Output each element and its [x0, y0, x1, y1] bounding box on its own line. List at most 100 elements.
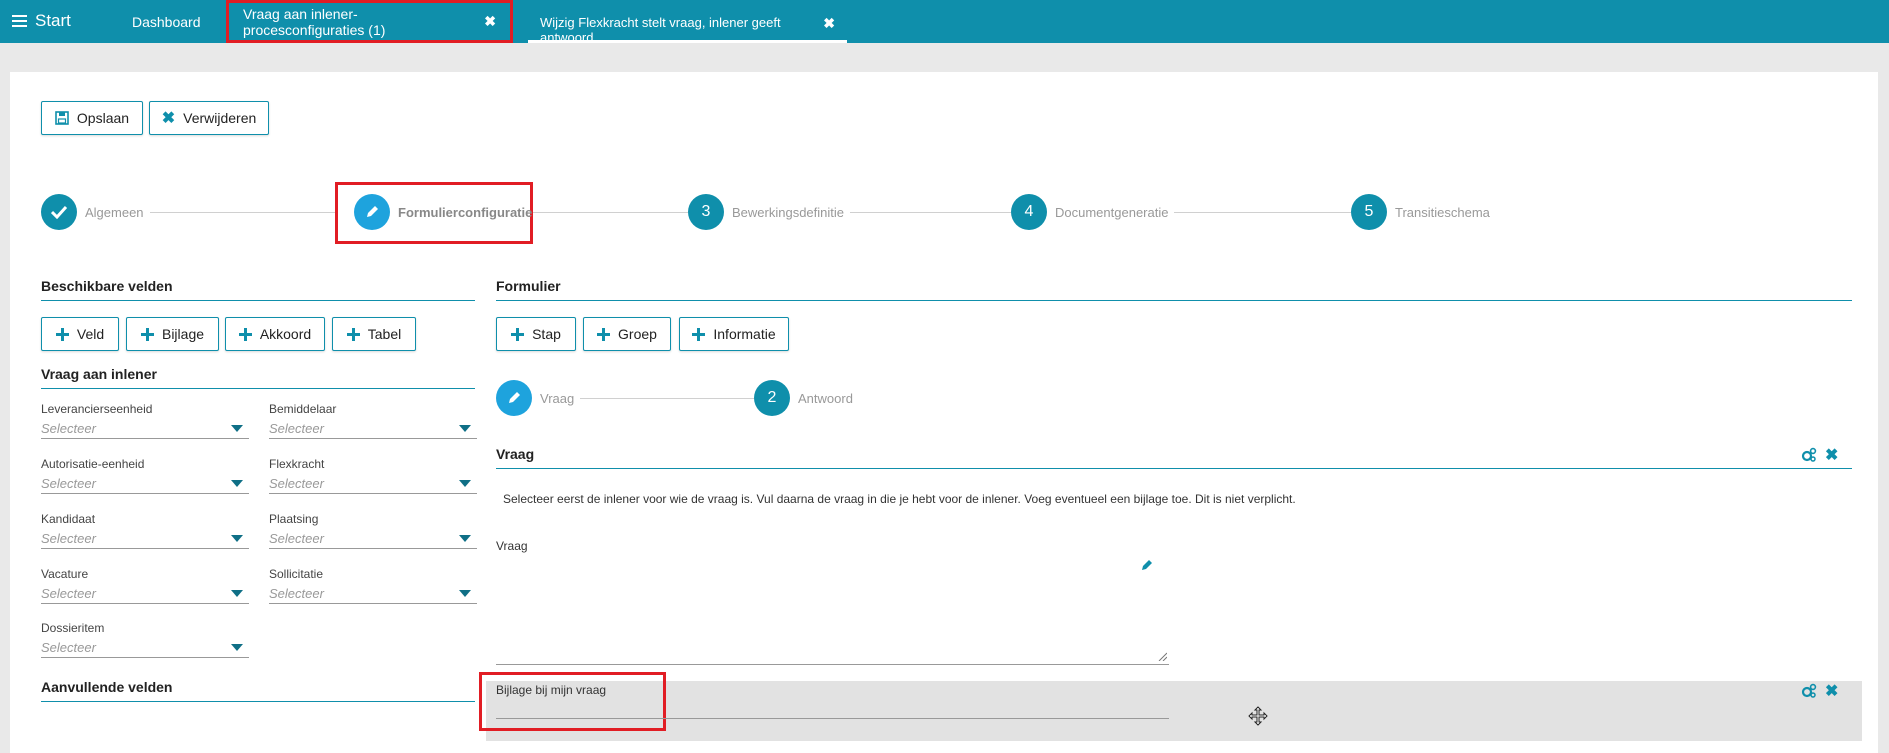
field-label: Sollicitatie — [269, 567, 324, 581]
field-bemiddelaar[interactable]: Bemiddelaar Selecteer — [269, 402, 477, 439]
select-box[interactable]: Selecteer — [269, 583, 477, 604]
plus-icon — [692, 327, 706, 341]
field-dossieritem[interactable]: Dossieritem Selecteer — [41, 621, 249, 658]
form-title: Formulier — [496, 278, 1852, 301]
plus-icon — [55, 327, 69, 341]
step-transitieschema[interactable]: 5 Transitieschema — [1351, 194, 1496, 230]
select-box[interactable]: Selecteer — [41, 637, 249, 658]
hamburger-icon — [12, 15, 27, 27]
move-icon[interactable] — [1248, 706, 1268, 726]
gears-icon[interactable] — [1801, 683, 1817, 699]
add-bijlage-button[interactable]: Bijlage — [126, 317, 219, 351]
resize-handle-icon[interactable] — [1158, 652, 1167, 661]
field-plaatsing[interactable]: Plaatsing Selecteer — [269, 512, 477, 549]
select-box[interactable]: Selecteer — [41, 473, 249, 494]
button-label: Akkoord — [259, 326, 312, 342]
main-card: Opslaan ✖ Verwijderen Algemeen Formulier… — [10, 72, 1878, 753]
add-tabel-button[interactable]: Tabel — [332, 317, 416, 351]
button-label: Veld — [76, 326, 105, 342]
gears-icon[interactable] — [1801, 447, 1817, 463]
close-icon[interactable]: ✖ — [823, 15, 835, 40]
field-flexkracht[interactable]: Flexkracht Selecteer — [269, 457, 477, 494]
close-icon[interactable]: ✖ — [484, 13, 496, 30]
tab-wijzig[interactable]: Wijzig Flexkracht stelt vraag, inlener g… — [528, 0, 847, 45]
add-akkoord-button[interactable]: Akkoord — [225, 317, 325, 351]
select-box[interactable]: Selecteer — [41, 528, 249, 549]
save-button[interactable]: Opslaan — [41, 101, 143, 135]
step-documentgeneratie[interactable]: 4 Documentgeneratie — [1011, 194, 1175, 230]
add-groep-button[interactable]: Groep — [583, 317, 671, 351]
plus-icon — [346, 327, 360, 341]
caret-down-icon — [459, 589, 471, 597]
select-placeholder: Selecteer — [41, 420, 96, 436]
tab-label: Wijzig Flexkracht stelt vraag, inlener g… — [540, 15, 781, 45]
start-label: Start — [35, 11, 71, 30]
add-stap-button[interactable]: Stap — [496, 317, 576, 351]
field-label: Bemiddelaar — [269, 402, 337, 416]
select-placeholder: Selecteer — [269, 585, 324, 601]
substep-vraag[interactable]: Vraag — [496, 380, 581, 416]
start-menu[interactable]: Start — [12, 11, 71, 31]
checkmark-icon — [41, 194, 77, 230]
step-label: Antwoord — [798, 390, 853, 406]
close-icon[interactable]: ✖ — [1825, 445, 1838, 465]
field-label: Vacature — [41, 567, 89, 581]
select-placeholder: Selecteer — [41, 639, 96, 655]
select-placeholder: Selecteer — [269, 475, 324, 491]
caret-down-icon — [459, 479, 471, 487]
step-algemeen[interactable]: Algemeen — [41, 194, 150, 230]
button-label: Informatie — [713, 326, 776, 342]
step-bewerkingsdefinitie[interactable]: 3 Bewerkingsdefinitie — [688, 194, 851, 230]
caret-down-icon — [231, 424, 243, 432]
tab-vraag-aan-inlener[interactable]: Vraag aan inlener-procesconfiguraties (1… — [226, 0, 513, 43]
highlight-box — [479, 672, 666, 731]
field-kandidaat[interactable]: Kandidaat Selecteer — [41, 512, 249, 549]
field-vacature[interactable]: Vacature Selecteer — [41, 567, 249, 604]
button-label: Tabel — [367, 326, 402, 342]
plus-icon — [597, 327, 611, 341]
plus-icon — [238, 327, 252, 341]
select-placeholder: Selecteer — [269, 420, 324, 436]
select-box[interactable]: Selecteer — [41, 583, 249, 604]
step-label: Vraag — [540, 390, 575, 406]
select-placeholder: Selecteer — [269, 530, 324, 546]
tab-dashboard[interactable]: Dashboard — [132, 14, 201, 30]
caret-down-icon — [231, 534, 243, 542]
step-formulierconfiguratie[interactable]: Formulierconfiguratie — [354, 194, 532, 230]
step-number: 2 — [754, 380, 790, 416]
plus-icon — [511, 327, 525, 341]
attachment-row[interactable] — [486, 681, 1862, 741]
caret-down-icon — [459, 424, 471, 432]
button-label: Groep — [618, 326, 657, 342]
extra-fields-title: Aanvullende velden — [41, 679, 475, 702]
select-box[interactable]: Selecteer — [269, 418, 477, 439]
caret-down-icon — [231, 589, 243, 597]
vraag-textarea[interactable] — [496, 552, 1169, 665]
field-leverancierseenheid[interactable]: Leverancierseenheid Selecteer — [41, 402, 249, 439]
step-label: Formulierconfiguratie — [398, 204, 533, 220]
field-label: Plaatsing — [269, 512, 319, 526]
close-icon: ✖ — [161, 110, 176, 127]
select-box[interactable]: Selecteer — [269, 473, 477, 494]
group-title: Vraag aan inlener — [41, 366, 475, 389]
group-vraag-title: Vraag — [496, 446, 1852, 469]
close-icon[interactable]: ✖ — [1825, 681, 1838, 701]
field-label: Kandidaat — [41, 512, 96, 526]
field-autorisatie-eenheid[interactable]: Autorisatie-eenheid Selecteer — [41, 457, 249, 494]
step-label: Algemeen — [85, 204, 144, 220]
add-informatie-button[interactable]: Informatie — [679, 317, 789, 351]
delete-button[interactable]: ✖ Verwijderen — [149, 101, 269, 135]
attachment-field-line[interactable] — [496, 718, 1169, 719]
select-box[interactable]: Selecteer — [269, 528, 477, 549]
button-label: Stap — [532, 326, 561, 342]
substep-antwoord[interactable]: 2 Antwoord — [754, 380, 859, 416]
floppy-icon — [55, 111, 69, 125]
add-veld-button[interactable]: Veld — [41, 317, 119, 351]
field-label: Leverancierseenheid — [41, 402, 153, 416]
select-box[interactable]: Selecteer — [41, 418, 249, 439]
step-label: Transitieschema — [1395, 204, 1490, 220]
field-label: Flexkracht — [269, 457, 325, 471]
info-text: Selecteer eerst de inlener voor wie de v… — [503, 492, 1296, 506]
field-sollicitatie[interactable]: Sollicitatie Selecteer — [269, 567, 477, 604]
textarea-label: Vraag — [496, 539, 528, 553]
